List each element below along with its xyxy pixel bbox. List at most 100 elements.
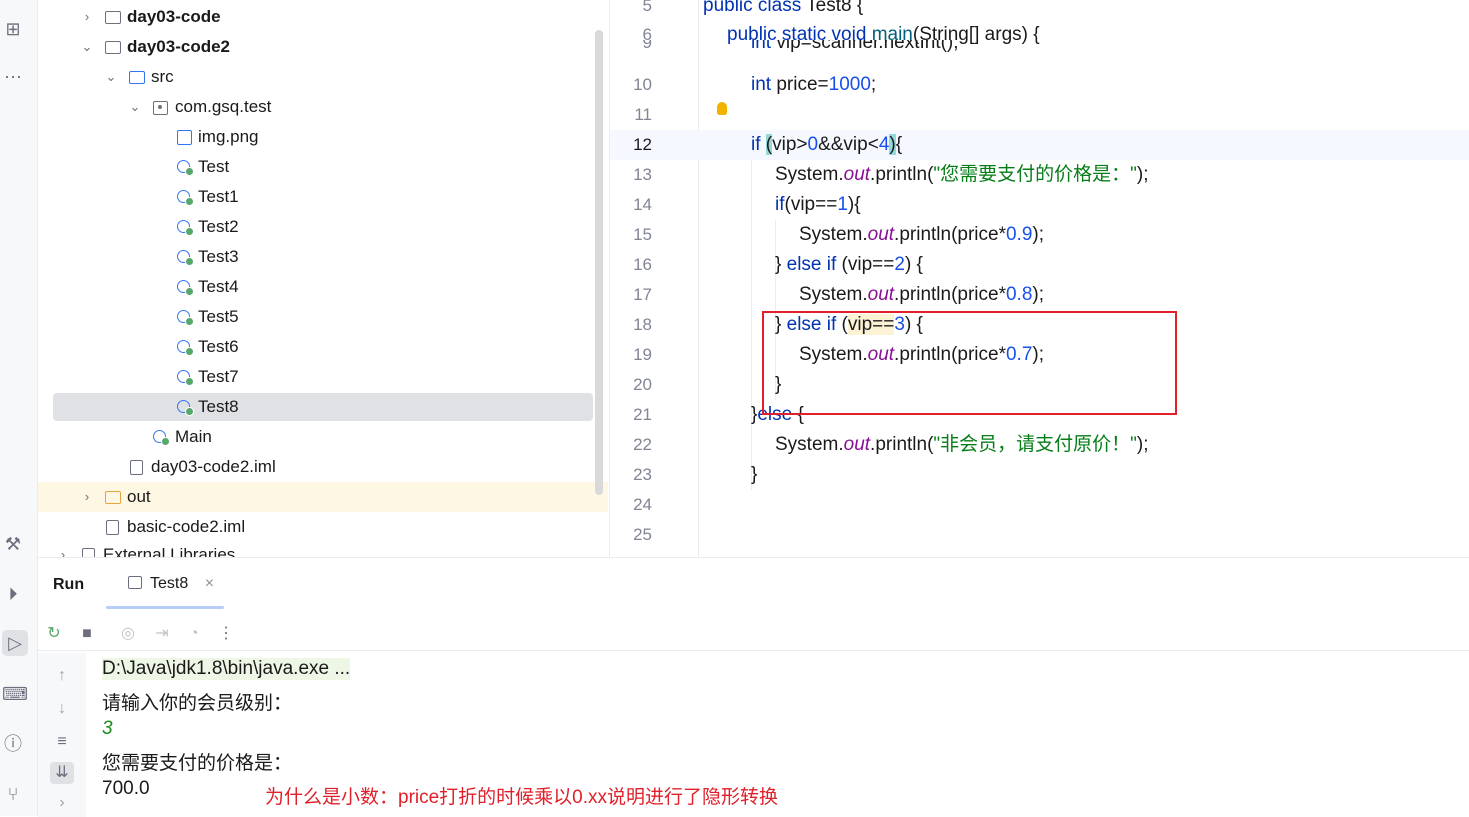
more-icon[interactable]: ⋯ bbox=[2, 66, 24, 88]
code-token: vip=scanner.nextInt(); bbox=[776, 40, 959, 53]
code-token: 0.9 bbox=[1005, 224, 1033, 245]
tree-item-class[interactable]: Test1 bbox=[38, 182, 608, 212]
line-number: 9 bbox=[642, 40, 652, 52]
chevron-right-icon[interactable]: › bbox=[56, 540, 70, 557]
tree-item-label: day03-code2 bbox=[127, 37, 230, 56]
tree-item-class[interactable]: Test6 bbox=[38, 332, 608, 362]
code-line[interactable]: 5 public class Test8 { bbox=[610, 0, 1469, 21]
code-line[interactable]: 10 int price=1000; bbox=[610, 70, 1469, 100]
code-token: .println( bbox=[870, 434, 934, 455]
code-text: } bbox=[751, 464, 758, 485]
services-icon[interactable]: ⏵ bbox=[2, 583, 24, 605]
tree-item-label: img.png bbox=[198, 127, 259, 146]
exit-icon[interactable]: ⇥ bbox=[152, 624, 172, 644]
rerun-icon[interactable]: ↻ bbox=[44, 624, 64, 644]
chevron-down-icon[interactable]: ⌄ bbox=[104, 62, 118, 92]
code-token: vip> bbox=[772, 134, 808, 155]
stop-icon[interactable]: ■ bbox=[77, 624, 97, 644]
tree-item-iml[interactable]: basic-code2.iml bbox=[38, 512, 608, 542]
code-token: .println(price* bbox=[894, 284, 1006, 305]
code-line[interactable]: 11 bbox=[610, 100, 1469, 130]
code-token: 1000 bbox=[828, 74, 871, 95]
module-folder-icon bbox=[105, 11, 121, 24]
run-tab-test8[interactable]: Test8 × bbox=[120, 569, 222, 599]
line-number: 5 bbox=[642, 0, 652, 15]
git-icon[interactable]: ⑂ bbox=[2, 783, 24, 805]
code-line[interactable]: 9 int vip=scanner.nextInt(); bbox=[610, 40, 1469, 62]
code-line[interactable]: 24 bbox=[610, 490, 1469, 520]
code-line[interactable]: 16 } else if (vip==2) { bbox=[610, 250, 1469, 280]
line-number: 10 bbox=[633, 75, 652, 94]
package-icon bbox=[153, 101, 168, 115]
soft-wrap-icon[interactable]: ≡ bbox=[50, 731, 74, 753]
tree-item-class-selected[interactable]: Test8 bbox=[38, 392, 608, 422]
code-line[interactable]: 23 } bbox=[610, 460, 1469, 490]
tree-item-class[interactable]: Main bbox=[38, 422, 608, 452]
run-icon[interactable]: ▷ bbox=[2, 630, 28, 656]
java-class-icon bbox=[177, 190, 194, 206]
arrow-down-icon[interactable]: ↓ bbox=[50, 698, 74, 720]
tree-item-class[interactable]: Test5 bbox=[38, 302, 608, 332]
terminal-icon[interactable]: ⌨ bbox=[2, 683, 28, 705]
chevron-right-icon[interactable]: › bbox=[50, 792, 74, 814]
chevron-right-icon[interactable]: › bbox=[80, 482, 94, 512]
tree-item-img-png[interactable]: img.png bbox=[38, 122, 608, 152]
line-number: 22 bbox=[633, 435, 652, 454]
code-line[interactable]: 17 System.out.println(price*0.8); bbox=[610, 280, 1469, 310]
code-line[interactable]: 13 System.out.println("您需要支付的价格是："); bbox=[610, 160, 1469, 190]
code-text: public class Test8 { bbox=[703, 0, 863, 21]
lightbulb-icon[interactable] bbox=[717, 102, 727, 115]
code-line[interactable]: 25 bbox=[610, 520, 1469, 550]
chevron-down-icon[interactable]: ⌄ bbox=[128, 92, 142, 122]
console-command-line: D:\Java\jdk1.8\bin\java.exe ... bbox=[102, 658, 351, 680]
line-number: 20 bbox=[633, 375, 652, 394]
code-text: System.out.println(price*0.9); bbox=[799, 220, 1044, 250]
tree-item-class[interactable]: Test4 bbox=[38, 272, 608, 302]
line-number: 14 bbox=[633, 195, 652, 214]
tree-item-day03-code2[interactable]: ⌄ day03-code2 bbox=[38, 32, 608, 62]
tree-item-label: Test2 bbox=[198, 217, 239, 236]
code-token: System. bbox=[775, 434, 844, 455]
build-icon[interactable]: ⚒ bbox=[2, 533, 24, 555]
more-options-icon[interactable]: ⋮ bbox=[216, 624, 236, 644]
code-token: .println( bbox=[870, 164, 934, 185]
tree-item-external-libraries[interactable]: › External Libraries bbox=[38, 540, 608, 557]
code-token: int bbox=[751, 40, 777, 53]
console-output-result: 700.0 bbox=[102, 778, 150, 799]
tree-item-label: Test5 bbox=[198, 307, 239, 326]
scroll-to-end-icon[interactable]: ⇊ bbox=[50, 762, 74, 784]
tree-item-label: Test1 bbox=[198, 187, 239, 206]
problems-icon[interactable]: ⓘ bbox=[2, 733, 24, 755]
tree-item-package[interactable]: ⌄ com.gsq.test bbox=[38, 92, 608, 122]
code-text: int vip=scanner.nextInt(); bbox=[751, 40, 959, 54]
code-line[interactable]: 15 System.out.println(price*0.9); bbox=[610, 220, 1469, 250]
java-class-icon bbox=[177, 220, 194, 236]
tree-item-day03-code[interactable]: › day03-code bbox=[38, 2, 608, 32]
console-gutter: ↑ ↓ ≡ ⇊ › bbox=[38, 653, 86, 817]
code-token: 0.8 bbox=[1005, 284, 1033, 305]
tree-item-out[interactable]: › out bbox=[38, 482, 608, 512]
chevron-down-icon[interactable]: ⌄ bbox=[80, 32, 94, 62]
code-line-current[interactable]: 12 if (vip>0&&vip<4){ bbox=[610, 130, 1469, 160]
image-file-icon bbox=[177, 130, 192, 145]
profiler-icon[interactable]: ◔ bbox=[184, 624, 204, 644]
tree-item-src[interactable]: ⌄ src bbox=[38, 62, 608, 92]
close-icon[interactable]: × bbox=[205, 575, 214, 592]
tree-scrollbar[interactable] bbox=[595, 30, 603, 495]
tree-item-class[interactable]: Test2 bbox=[38, 212, 608, 242]
code-line[interactable]: 14 if(vip==1){ bbox=[610, 190, 1469, 220]
code-text: System.out.println("您需要支付的价格是："); bbox=[775, 160, 1149, 190]
arrow-up-icon[interactable]: ↑ bbox=[50, 665, 74, 687]
tree-item-class[interactable]: Test bbox=[38, 152, 608, 182]
tree-item-class[interactable]: Test7 bbox=[38, 362, 608, 392]
chevron-right-icon[interactable]: › bbox=[80, 2, 94, 32]
code-token: 0 bbox=[807, 134, 819, 155]
camera-icon[interactable]: ◎ bbox=[118, 624, 138, 644]
annotation-note: 为什么是小数：price打折的时候乘以0.xx说明进行了隐形转换 bbox=[265, 787, 779, 808]
tree-item-class[interactable]: Test3 bbox=[38, 242, 608, 272]
code-line[interactable]: 22 System.out.println("非会员，请支付原价！"); bbox=[610, 430, 1469, 460]
code-editor[interactable]: 5 public class Test8 { 6 public static v… bbox=[609, 0, 1469, 557]
structure-icon[interactable]: ⊞ bbox=[2, 18, 24, 40]
tree-item-iml[interactable]: day03-code2.iml bbox=[38, 452, 608, 482]
code-token: else if bbox=[786, 254, 842, 275]
